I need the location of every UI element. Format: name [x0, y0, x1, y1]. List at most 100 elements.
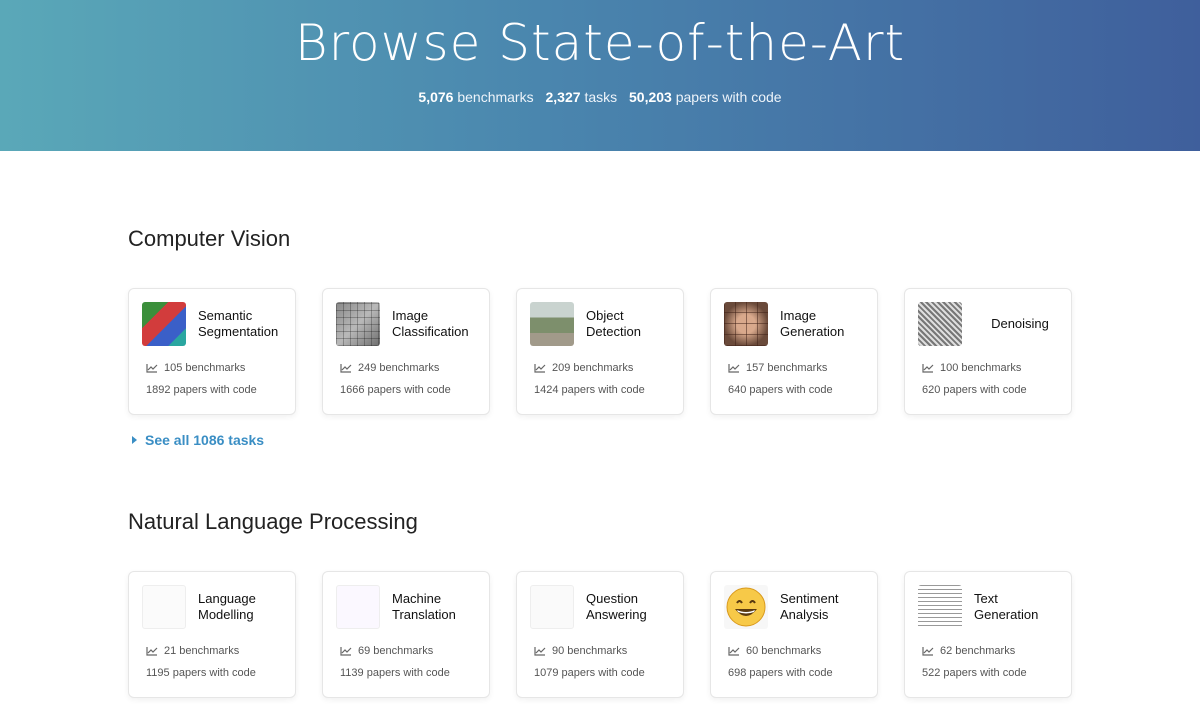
task-card-machine-translation[interactable]: Machine Translation 69 benchmarks 1139 pa…: [322, 571, 490, 698]
task-card-sentiment-analysis[interactable]: Sentiment Analysis 60 benchmarks 698 pape…: [710, 571, 878, 698]
benchmark-count-text: 157 benchmarks: [746, 362, 828, 374]
caret-right-icon: [132, 436, 137, 444]
benchmark-count-text: 209 benchmarks: [552, 362, 634, 374]
page-title: Browse State-of-the-Art: [294, 14, 906, 72]
task-thumbnail-image: [724, 302, 768, 346]
task-card-object-detection[interactable]: Object Detection 209 benchmarks 1424 pape…: [516, 288, 684, 415]
papers-count: 1666 papers with code: [340, 384, 451, 396]
task-card-question-answering[interactable]: Question Answering 90 benchmarks 1079 pap…: [516, 571, 684, 698]
task-card-text-generation[interactable]: Text Generation 62 benchmarks 522 papers …: [904, 571, 1072, 698]
trend-chart-icon: [146, 647, 158, 656]
stat-benchmarks: 5,076 benchmarks: [418, 89, 533, 105]
trend-chart-icon: [922, 647, 934, 656]
title-line: Generation: [780, 324, 845, 339]
task-card-image-generation[interactable]: Image Generation 157 benchmarks 640 paper…: [710, 288, 878, 415]
task-thumbnail-image: [918, 302, 962, 346]
benchmark-count: 60 benchmarks: [728, 645, 821, 657]
title-line: Answering: [586, 607, 647, 622]
task-thumbnail-image: [142, 585, 186, 629]
title-line: Classification: [392, 324, 469, 339]
see-all-tasks-link[interactable]: See all 1086 tasks: [132, 432, 264, 448]
hero-banner: Browse State-of-the-Art 5,076 benchmarks…: [0, 0, 1200, 151]
title-line: Detection: [586, 324, 641, 339]
task-thumbnail-image: [336, 585, 380, 629]
task-card-title: Semantic Segmentation: [198, 308, 293, 340]
trend-chart-icon: [340, 364, 352, 373]
task-thumbnail-image: [142, 302, 186, 346]
papers-count: 1424 papers with code: [534, 384, 645, 396]
stat-value: 2,327: [545, 89, 581, 105]
trend-chart-icon: [340, 647, 352, 656]
task-thumbnail-image: [530, 585, 574, 629]
task-card-title: Machine Translation: [392, 591, 487, 623]
title-line: Denoising: [991, 316, 1049, 331]
benchmark-count: 209 benchmarks: [534, 362, 633, 374]
section-nlp: Natural Language Processing Language Mode…: [128, 509, 1076, 698]
benchmark-count-text: 90 benchmarks: [552, 645, 628, 657]
title-line: Translation: [392, 607, 456, 622]
task-thumbnail-image: [918, 585, 962, 629]
stat-label: papers with code: [675, 89, 782, 105]
title-line: Language: [198, 591, 256, 606]
benchmark-count: 69 benchmarks: [340, 645, 433, 657]
title-line: Machine: [392, 591, 442, 606]
benchmark-count-text: 105 benchmarks: [164, 362, 246, 374]
title-line: Analysis: [780, 607, 829, 622]
papers-count: 698 papers with code: [728, 667, 833, 679]
papers-count: 1079 papers with code: [534, 667, 645, 679]
stat-value: 5,076: [418, 89, 454, 105]
papers-count: 1892 papers with code: [146, 384, 257, 396]
task-card-denoising[interactable]: Denoising 100 benchmarks 620 papers with…: [904, 288, 1072, 415]
benchmark-count: 105 benchmarks: [146, 362, 245, 374]
task-card-language-modelling[interactable]: Language Modelling 21 benchmarks 1195 pap…: [128, 571, 296, 698]
benchmark-count: 21 benchmarks: [146, 645, 239, 657]
task-card-title: Language Modelling: [198, 591, 293, 623]
stat-papers: 50,203 papers with code: [629, 89, 782, 105]
papers-count: 640 papers with code: [728, 384, 833, 396]
benchmark-count-text: 249 benchmarks: [358, 362, 440, 374]
title-line: Modelling: [198, 607, 254, 622]
benchmark-count-text: 62 benchmarks: [940, 645, 1016, 657]
task-card-title: Question Answering: [586, 591, 681, 623]
stat-value: 50,203: [629, 89, 672, 105]
task-cards: Semantic Segmentation 105 benchmarks 1892…: [128, 288, 1072, 415]
task-card-title: Sentiment Analysis: [780, 591, 875, 623]
benchmark-count-text: 60 benchmarks: [746, 645, 822, 657]
task-cards: Language Modelling 21 benchmarks 1195 pap…: [128, 571, 1072, 698]
benchmark-count: 157 benchmarks: [728, 362, 827, 374]
task-card-title: Object Detection: [586, 308, 681, 340]
task-card-semantic-segmentation[interactable]: Semantic Segmentation 105 benchmarks 1892…: [128, 288, 296, 415]
benchmark-count-text: 21 benchmarks: [164, 645, 240, 657]
trend-chart-icon: [534, 364, 546, 373]
trend-chart-icon: [534, 647, 546, 656]
papers-count: 620 papers with code: [922, 384, 1027, 396]
section-computer-vision: Computer Vision Semantic Segmentation 105…: [128, 226, 1076, 448]
papers-count: 1139 papers with code: [340, 667, 450, 679]
benchmark-count-text: 69 benchmarks: [358, 645, 434, 657]
benchmark-count: 100 benchmarks: [922, 362, 1021, 374]
task-card-title: Text Generation: [974, 591, 1069, 623]
task-thumbnail-image: [724, 585, 768, 629]
title-line: Semantic: [198, 308, 253, 323]
trend-chart-icon: [728, 647, 740, 656]
title-line: Object: [586, 308, 624, 323]
trend-chart-icon: [146, 364, 158, 373]
grinning-face-icon: [726, 587, 766, 627]
see-all-label: See all 1086 tasks: [145, 432, 265, 448]
title-line: Question: [586, 591, 639, 606]
title-line: Segmentation: [198, 324, 279, 339]
title-line: Generation: [974, 607, 1039, 622]
papers-count: 1195 papers with code: [146, 667, 256, 679]
task-card-image-classification[interactable]: Image Classification 249 benchmarks 1666 …: [322, 288, 490, 415]
benchmark-count: 90 benchmarks: [534, 645, 627, 657]
task-card-title: Denoising: [969, 316, 1071, 332]
task-card-title: Image Generation: [780, 308, 875, 340]
task-card-title: Image Classification: [392, 308, 487, 340]
title-line: Image: [392, 308, 429, 323]
title-line: Text: [974, 591, 998, 606]
site-stats: 5,076 benchmarks 2,327 tasks 50,203 pape…: [0, 89, 1200, 105]
benchmark-count: 62 benchmarks: [922, 645, 1015, 657]
task-thumbnail-image: [336, 302, 380, 346]
section-title: Computer Vision: [128, 226, 291, 251]
benchmark-count-text: 100 benchmarks: [940, 362, 1022, 374]
